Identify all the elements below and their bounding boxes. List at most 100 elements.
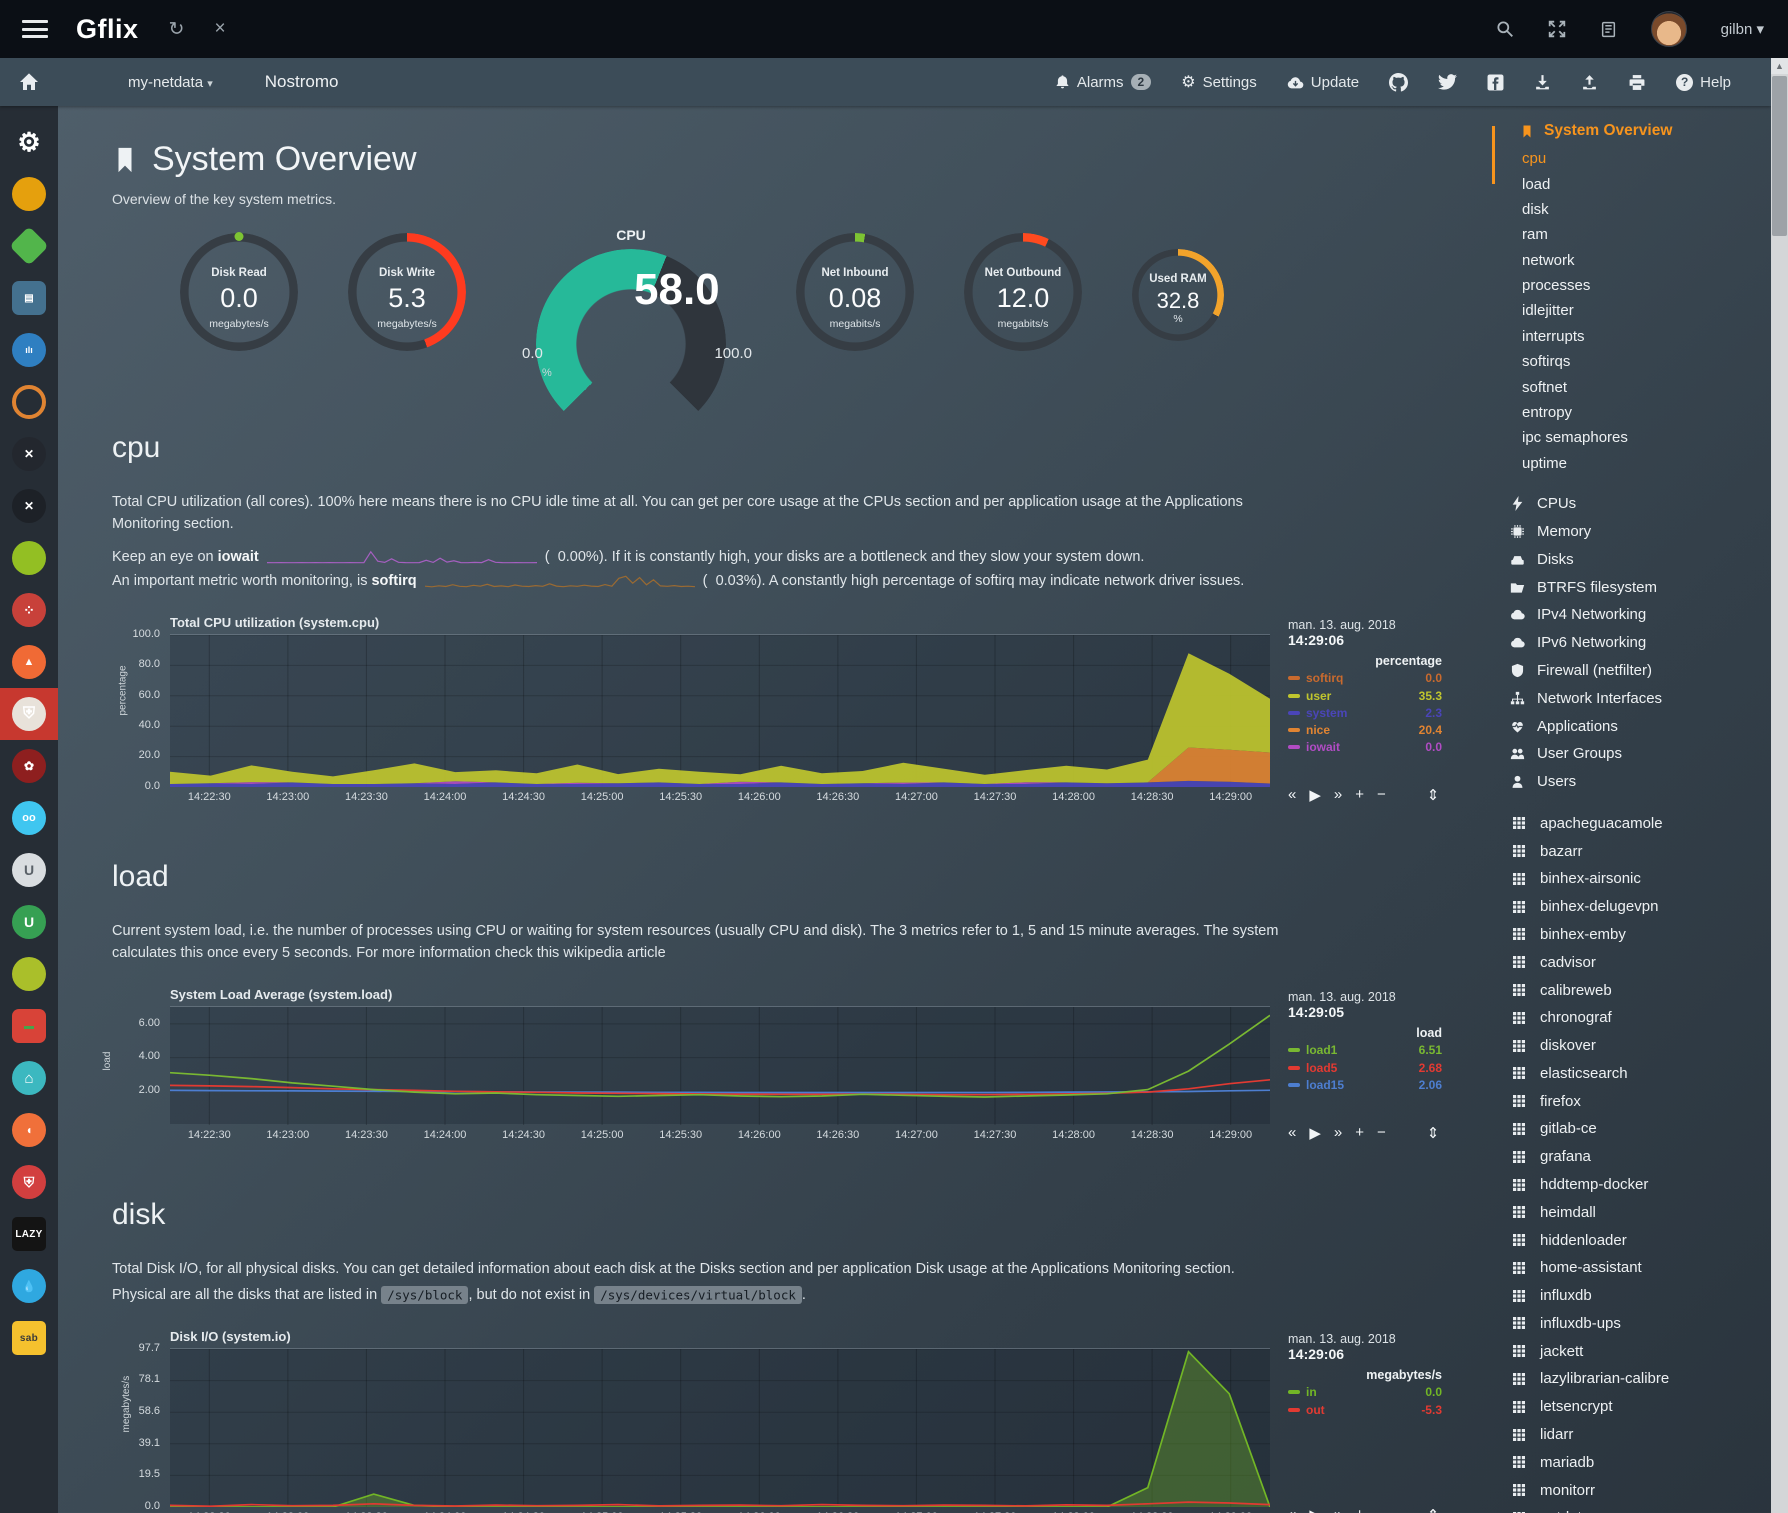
app-shortcut-dark-ring-app[interactable] [0, 376, 58, 428]
news-icon[interactable] [1600, 21, 1617, 38]
play-icon[interactable]: ▶ [1309, 786, 1321, 804]
menu-subitem-ram[interactable]: ram [1522, 222, 1762, 247]
menu-app-lidarr[interactable]: lidarr [1482, 1421, 1762, 1449]
zoom-out-icon[interactable]: − [1377, 1506, 1386, 1513]
menu-app-bazarr[interactable]: bazarr [1482, 837, 1762, 865]
menu-app-elasticsearch[interactable]: elasticsearch [1482, 1060, 1762, 1088]
menu-section-cpus[interactable]: CPUs [1482, 490, 1762, 518]
legend-entry-load1[interactable]: load16.51 [1288, 1042, 1442, 1059]
menu-app-monitorr[interactable]: monitorr [1482, 1476, 1762, 1504]
menu-subitem-idlejitter[interactable]: idlejitter [1522, 298, 1762, 323]
chart-canvas[interactable] [170, 634, 1270, 786]
zoom-in-icon[interactable]: + [1355, 1506, 1364, 1513]
disk-write-gauge[interactable]: Disk Write5.3megabytes/s [348, 233, 466, 351]
app-shortcut-blue-drop-app[interactable]: 💧 [0, 1260, 58, 1312]
menu-app-binhex-airsonic[interactable]: binhex-airsonic [1482, 865, 1762, 893]
menu-app-influxdb[interactable]: influxdb [1482, 1282, 1762, 1310]
legend-entry-user[interactable]: user35.3 [1288, 687, 1442, 704]
menu-subitem-softnet[interactable]: softnet [1522, 374, 1762, 399]
cpu-chart[interactable]: Total CPU utilization (system.cpu)percen… [112, 615, 1442, 808]
app-shortcut-orange-circle-app[interactable] [0, 168, 58, 220]
page-scrollbar[interactable]: ▲ [1771, 58, 1788, 1513]
legend-entry-softirq[interactable]: softirq0.0 [1288, 670, 1442, 687]
pan-backward-icon[interactable]: « [1288, 786, 1296, 804]
menu-app-jackett[interactable]: jackett [1482, 1337, 1762, 1365]
play-icon[interactable]: ▶ [1309, 1506, 1321, 1513]
alarms-button[interactable]: Alarms 2 [1055, 74, 1151, 91]
menu-app-letsencrypt[interactable]: letsencrypt [1482, 1393, 1762, 1421]
menu-app-heimdall[interactable]: heimdall [1482, 1198, 1762, 1226]
zoom-out-icon[interactable]: − [1377, 1124, 1386, 1142]
menu-subitem-processes[interactable]: processes [1522, 273, 1762, 298]
help-button[interactable]: ? Help [1676, 74, 1731, 91]
load-chart[interactable]: System Load Average (system.load)load6.0… [112, 987, 1442, 1146]
menu-app-diskover[interactable]: diskover [1482, 1032, 1762, 1060]
menu-section-firewall-netfilter-[interactable]: Firewall (netfilter) [1482, 657, 1762, 685]
user-menu[interactable]: gilbn ▾ [1721, 20, 1764, 38]
pan-forward-icon[interactable]: » [1334, 1506, 1342, 1513]
host-dropdown[interactable]: my-netdata ▾ [128, 74, 213, 91]
play-icon[interactable]: ▶ [1309, 1124, 1321, 1142]
used-ram-gauge[interactable]: Used RAM32.8% [1132, 249, 1224, 341]
upload-icon[interactable] [1581, 74, 1598, 91]
menu-section-ipv6-networking[interactable]: IPv6 Networking [1482, 629, 1762, 657]
menu-subitem-load[interactable]: load [1522, 171, 1762, 196]
menu-app-firefox[interactable]: firefox [1482, 1087, 1762, 1115]
chart-resize-handle-icon[interactable]: ⇕ [1427, 786, 1440, 804]
net-inbound-gauge[interactable]: Net Inbound0.08megabits/s [796, 233, 914, 351]
chart-resize-handle-icon[interactable]: ⇕ [1427, 1506, 1440, 1513]
menu-subitem-interrupts[interactable]: interrupts [1522, 324, 1762, 349]
app-shortcut-lime-key-app[interactable] [0, 532, 58, 584]
cpu-gauge[interactable]: CPU 58.0 0.0 100.0 % [516, 227, 746, 379]
menu-section-disks[interactable]: Disks [1482, 545, 1762, 573]
menu-subitem-softirqs[interactable]: softirqs [1522, 349, 1762, 374]
legend-entry-iowait[interactable]: iowait0.0 [1288, 739, 1442, 756]
app-shortcut-blue-bars-app[interactable]: ılı [0, 324, 58, 376]
app-shortcut-dark-x-app[interactable]: ✕ [0, 428, 58, 480]
disk-read-gauge[interactable]: Disk Read0.0megabytes/s [180, 233, 298, 351]
chart-canvas[interactable] [170, 1348, 1270, 1506]
menu-app-binhex-delugevpn[interactable]: binhex-delugevpn [1482, 893, 1762, 921]
menu-app-hiddenloader[interactable]: hiddenloader [1482, 1226, 1762, 1254]
app-shortcut-gear-app[interactable]: ⚙ [0, 116, 58, 168]
app-shortcut-red-shield2-app[interactable]: ⛨ [0, 1156, 58, 1208]
menu-app-binhex-emby[interactable]: binhex-emby [1482, 921, 1762, 949]
menu-app-lazylibrarian-calibre[interactable]: lazylibrarian-calibre [1482, 1365, 1762, 1393]
pan-forward-icon[interactable]: » [1334, 1124, 1342, 1142]
app-shortcut-flame-app[interactable]: ▲ [0, 636, 58, 688]
menu-section-btrfs-filesystem[interactable]: BTRFS filesystem [1482, 573, 1762, 601]
chart-resize-handle-icon[interactable]: ⇕ [1427, 1124, 1440, 1142]
app-shortcut-lime-circle-app[interactable] [0, 948, 58, 1000]
menu-app-apacheguacamole[interactable]: apacheguacamole [1482, 809, 1762, 837]
fullscreen-icon[interactable] [1548, 20, 1566, 38]
app-shortcut-teal-stack-app[interactable]: ▤ [0, 272, 58, 324]
download-icon[interactable] [1534, 74, 1551, 91]
menu-app-mariadb[interactable]: mariadb [1482, 1448, 1762, 1476]
menu-subitem-cpu[interactable]: cpu [1522, 146, 1762, 171]
app-shortcut-gray-u-app[interactable]: U [0, 844, 58, 896]
zoom-in-icon[interactable]: + [1355, 1124, 1364, 1142]
menu-app-chronograf[interactable]: chronograf [1482, 1004, 1762, 1032]
hamburger-menu-icon[interactable] [22, 20, 48, 38]
facebook-icon[interactable] [1487, 74, 1504, 91]
zoom-in-icon[interactable]: + [1355, 786, 1364, 804]
scrollbar-up-arrow[interactable]: ▲ [1771, 58, 1788, 74]
scrollbar-thumb[interactable] [1772, 76, 1787, 236]
menu-app-calibreweb[interactable]: calibreweb [1482, 976, 1762, 1004]
menu-app-hddtemp-docker[interactable]: hddtemp-docker [1482, 1171, 1762, 1199]
menu-section-users[interactable]: Users [1482, 768, 1762, 796]
legend-entry-load15[interactable]: load152.06 [1288, 1076, 1442, 1093]
legend-entry-nice[interactable]: nice20.4 [1288, 721, 1442, 738]
app-shortcut-lazy-tile-app[interactable]: LAZY [0, 1208, 58, 1260]
settings-button[interactable]: ⚙ Settings [1181, 72, 1257, 92]
app-shortcut-dark-x2-app[interactable]: ✕ [0, 480, 58, 532]
legend-entry-in[interactable]: in0.0 [1288, 1384, 1442, 1401]
menu-section-ipv4-networking[interactable]: IPv4 Networking [1482, 601, 1762, 629]
menu-section-user-groups[interactable]: User Groups [1482, 740, 1762, 768]
disk-io-chart[interactable]: Disk I/O (system.io)megabytes/s97.778.15… [112, 1329, 1442, 1513]
app-shortcut-green-diamond-app[interactable] [0, 220, 58, 272]
menu-app-home-assistant[interactable]: home-assistant [1482, 1254, 1762, 1282]
app-shortcut-red-cluster-app[interactable]: ⁘ [0, 584, 58, 636]
user-avatar[interactable] [1651, 11, 1687, 47]
app-shortcut-darkred-flower-app[interactable]: ✿ [0, 740, 58, 792]
